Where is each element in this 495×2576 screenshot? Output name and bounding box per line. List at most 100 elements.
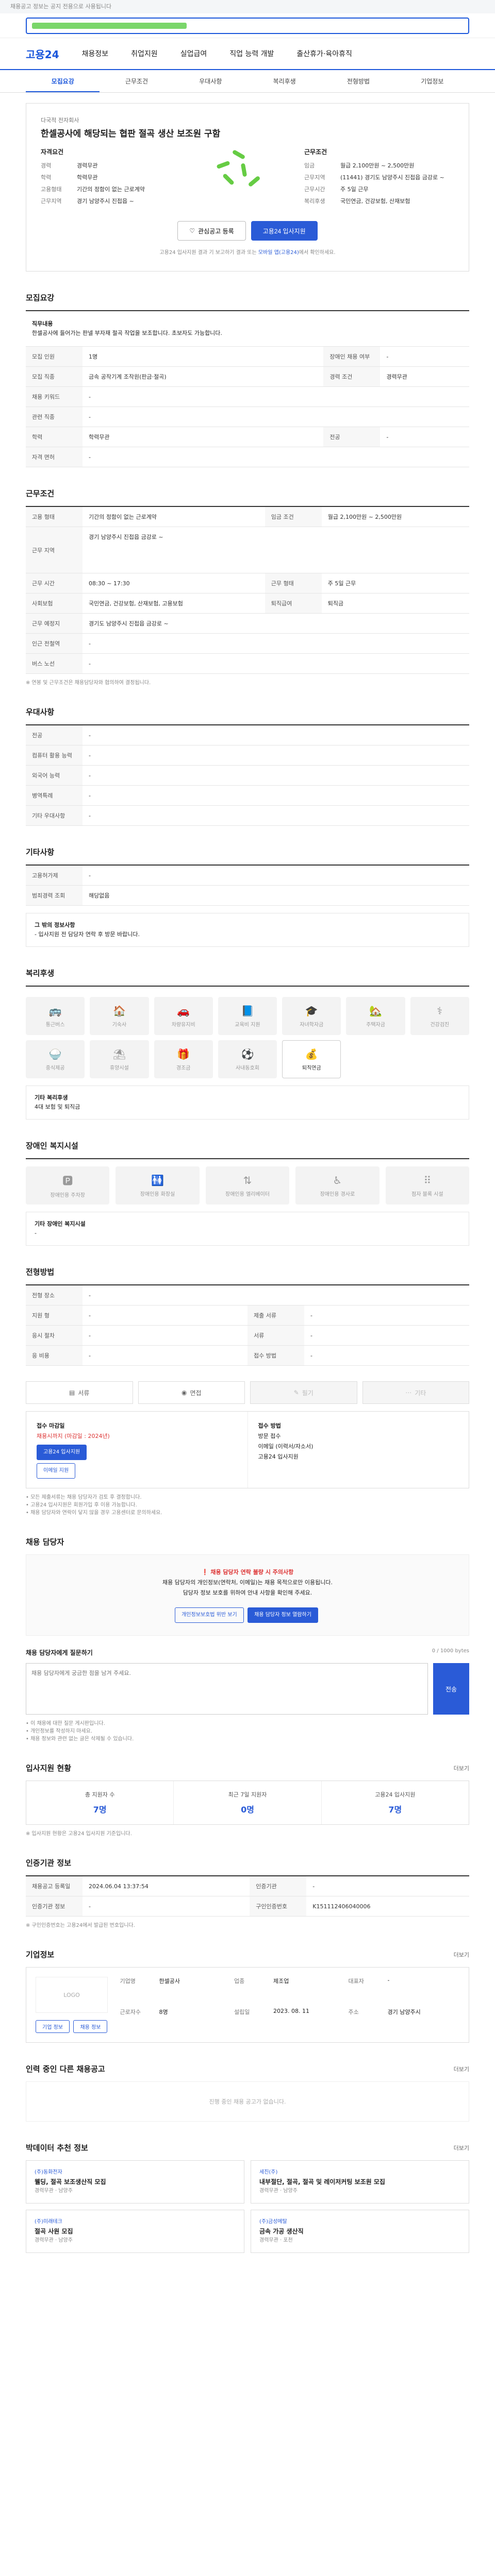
table-key: 전형 장소 [26,1285,82,1306]
table-key: 컴퓨터 활용 능력 [26,745,82,766]
welfare-label: 자녀학자금 [300,1022,324,1028]
apply-note: 고용24 입사지원 결과 기 보고하기 결과 또는 모바일 앱(고용24)에서 … [41,248,454,256]
summary-value: (11441) 경기도 남양주시 진접읍 금강로 ~ [340,174,444,181]
meal-icon: 🍚 [48,1047,62,1060]
selection-etc: ⋯ 기타 [362,1381,469,1404]
table-key: 범죄경력 조회 [26,885,82,906]
table-key: 모집 인원 [26,347,82,367]
company-box: LOGO 기업 정보 채용 정보 기업명 한셀공사 업종 제조업 대표자 - 근로자수… [26,1967,469,2043]
tab-company[interactable]: 기업정보 [395,70,469,92]
contact-box: ❗ 채용 담당자 연락 불량 시 주의사항 채용 담당자의 개인정보(연락처, … [26,1554,469,1636]
qa-header: 채용 담당자에게 질문하기 0 / 1000 bytes [26,1648,469,1657]
table-key: 제출 서류 [248,1305,304,1326]
car-icon: 🚗 [177,1004,190,1017]
apply-note-line: • 모든 제출서류는 채용 담당자가 검토 후 결정합니다. [26,1495,142,1500]
recommend-card[interactable]: (주)미래테크 절곡 사원 모집 경력무관 · 남양주 [26,2210,244,2253]
work-condition-block: 근무조건 임금 월급 2,100만원 ~ 2,500만원 근무지역 (11441) … [304,147,454,209]
more-icon: ⋯ [405,1389,412,1396]
apply-email-button[interactable]: 이메일 지원 [37,1463,76,1479]
company-info-button[interactable]: 기업 정보 [36,2020,70,2033]
table-row: 외국어 능력 - [26,765,469,786]
rec-company: 세진(주) [259,2170,278,2175]
table-key: 기타 우대사항 [26,805,82,826]
apply-note-text: 에서 확인하세요. [299,250,336,256]
stats-header: 입사지원 현황 더보기 [26,1762,469,1773]
stat-value: 7명 [388,1805,402,1815]
recommend-grid: (주)동화전자 웰딩, 절곡 보조생산직 모집 경력무관 · 남양주 세진(주) 내부… [26,2160,469,2253]
recommend-more-link[interactable]: 더보기 [454,2144,469,2152]
search-input[interactable] [26,17,469,34]
qa-counter: 0 / 1000 bytes [432,1648,469,1654]
table-row: 지원 형 - 제출 서류 - [26,1305,469,1326]
save-job-button[interactable]: ♡ 관심공고 등록 [177,221,246,241]
table-value: - [82,1305,248,1326]
tab-prefer[interactable]: 우대사항 [174,70,248,92]
table-key: 접수 방법 [248,1345,304,1366]
company-more-link[interactable]: 더보기 [454,1951,469,1959]
table-row: 기타 우대사항 - [26,805,469,826]
table-value: - [82,447,469,467]
company-value: 한셀공사 [159,1978,180,1985]
table-key: 모집 직종 [26,366,82,387]
tab-work[interactable]: 근무조건 [100,70,173,92]
tab-recruit[interactable]: 모집요강 [26,70,100,92]
company-value: 2023. 08. 11 [273,2007,309,2014]
table-row: 응시 절차 - 서류 - [26,1325,469,1346]
header-actions: ♡ 관심공고 등록 고용24 입사지원 [41,221,454,241]
tab-method[interactable]: 전형방법 [321,70,395,92]
table-value: - [82,633,469,654]
table-key: 사회보험 [26,593,82,614]
disabled-section-title: 장애인 복지시설 [26,1141,78,1150]
table-value: - [380,427,469,447]
method-table: 전형 장소 - 지원 형 - 제출 서류 - 응시 절차 - 서류 - 응 비용 - 접수 방법 - [26,1285,469,1366]
company-key: 업종 [234,1978,245,1985]
qualification-title: 자격요건 [41,148,64,156]
bus-icon: 🚌 [48,1004,62,1017]
gnb-item[interactable]: 취업지원 [131,48,158,59]
work-condition-title: 근무조건 [304,148,327,156]
top-notice: 채용공고 정보는 공지 전용으로 사용됩니다 [0,0,495,13]
work-table: 고용 형태 기간의 정함이 없는 근로계약 임금 조건 월급 2,100만원 ~ 2,… [26,507,469,674]
others-empty: 진행 중인 채용 공고가 없습니다. [26,2081,469,2122]
gnb-item[interactable]: 직업 능력 개발 [229,48,274,59]
stats-more-link[interactable]: 더보기 [454,1764,469,1772]
table-value: - [82,386,469,407]
gnb-item[interactable]: 채용정보 [82,48,109,59]
company-jobs-button[interactable]: 채용 정보 [73,2020,108,2033]
table-key: 고용 형태 [26,507,82,527]
welfare-label: 퇴직연금 [302,1065,321,1071]
rec-title: 웰딩, 절곡 보조생산직 모집 [35,2178,106,2185]
recommend-card[interactable]: (주)동화전자 웰딩, 절곡 보조생산직 모집 경력무관 · 남양주 [26,2160,244,2204]
privacy-law-button[interactable]: 개인정보보호법 위반 보기 [175,1607,244,1623]
facility-label: 장애인용 경사로 [320,1191,355,1197]
qa-send-button[interactable]: 전송 [433,1663,469,1715]
info-section-title: 인증기관 정보 [26,1858,72,1868]
others-more-link[interactable]: 더보기 [454,2065,469,2073]
club-icon: ⚽ [241,1047,254,1060]
method-section: 전형 장소 - 지원 형 - 제출 서류 - 응시 절차 - 서류 - 응 비용 - 접수 방법 - [26,1284,469,1366]
mobile-app-link[interactable]: 모바일 앱(고용24) [258,250,299,256]
summary-key: 근무지역 [304,174,325,181]
summary-key: 근무시간 [304,186,325,193]
contact-warning-text: 채용 담당자 연락 불량 시 주의사항 [210,1569,294,1575]
apply-online-button[interactable]: 고용24 입사지원 [37,1445,87,1460]
alert-icon: ❗ [201,1569,209,1575]
home-icon: 🏠 [112,1004,126,1017]
apply-button[interactable]: 고용24 입사지원 [251,221,318,241]
recommend-card[interactable]: (주)금성메탈 금속 가공 생산직 경력무관 · 포천 [251,2210,469,2253]
table-row: 근무 시간 08:30 ~ 17:30 근무 형태 주 5일 근무 [26,573,469,594]
gnb-item[interactable]: 실업급여 [180,48,207,59]
recommend-card[interactable]: 세진(주) 내부절단, 절곡, 절곡 및 레이저커팅 보조원 모집 경력무관 · 남… [251,2160,469,2204]
table-key: 인증기관 [250,1876,307,1896]
pencil-icon: ✎ [293,1389,299,1396]
logo[interactable]: 고용24 [26,46,59,61]
welfare-label: 사내동호회 [235,1065,259,1071]
apply-method-item: 고용24 입사지원 [258,1453,299,1460]
table-key: 경력 조건 [323,366,381,387]
table-value: - [82,1285,469,1306]
stat-label: 총 지원자 수 [85,1791,115,1798]
gnb-item[interactable]: 출산휴가·육아휴직 [296,48,352,59]
qa-input[interactable] [26,1663,428,1715]
view-contact-button[interactable]: 채용 담당자 정보 열람하기 [248,1607,318,1623]
tab-welfare[interactable]: 복리후생 [248,70,321,92]
